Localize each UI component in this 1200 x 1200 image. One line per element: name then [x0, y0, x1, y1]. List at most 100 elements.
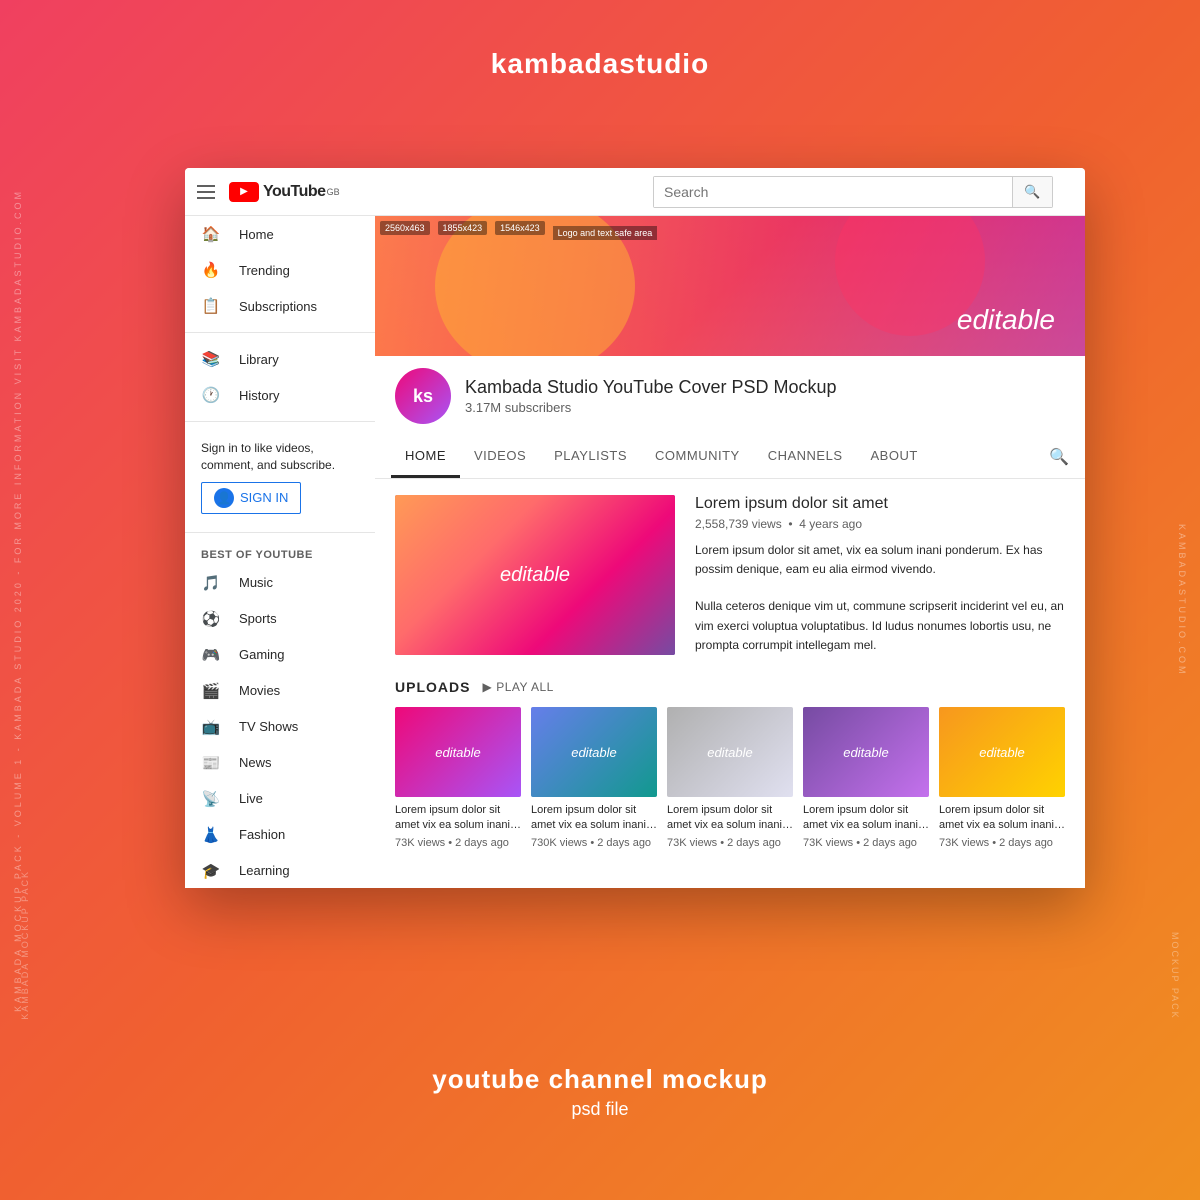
video-card-2[interactable]: editable Lorem ipsum dolor sit amet vix …	[531, 707, 657, 849]
channel-avatar: ks	[395, 368, 451, 424]
video-thumb-label-1: editable	[435, 745, 481, 760]
featured-desc-2: Nulla ceteros denique vim ut, commune sc…	[695, 597, 1065, 655]
video-card-4[interactable]: editable Lorem ipsum dolor sit amet vix …	[803, 707, 929, 849]
bottom-watermark-left: KAMBADA MOCKUP PACK	[20, 870, 30, 1020]
video-title-4: Lorem ipsum dolor sit amet vix ea solum …	[803, 803, 929, 834]
library-icon: 📚	[201, 349, 221, 369]
sidebar-label-fashion: Fashion	[239, 827, 285, 842]
video-meta-1: 73K views • 2 days ago	[395, 837, 521, 849]
live-icon: 📡	[201, 789, 221, 809]
sidebar-item-fashion[interactable]: 👗 Fashion	[185, 817, 375, 853]
video-card-3[interactable]: editable Lorem ipsum dolor sit amet vix …	[667, 707, 793, 849]
sidebar-item-movies[interactable]: 🎬 Movies	[185, 673, 375, 709]
search-input[interactable]	[654, 177, 1012, 207]
banner-dim-3: 1546x423	[495, 221, 545, 235]
sidebar-label-news: News	[239, 755, 272, 770]
sidebar-item-home[interactable]: 🏠 Home	[185, 216, 375, 252]
sidebar-sign-in-section: Sign in to like videos, comment, and sub…	[185, 430, 375, 524]
video-thumb-label-5: editable	[979, 745, 1025, 760]
banner-dimensions: 2560x463 1855x423 1546x423 Logo and text…	[380, 221, 657, 235]
youtube-logo-sup: GB	[327, 187, 340, 197]
uploads-title: Uploads	[395, 679, 470, 695]
search-icon: 🔍	[1024, 184, 1040, 200]
sidebar-label-home: Home	[239, 227, 274, 242]
channel-banner: 2560x463 1855x423 1546x423 Logo and text…	[375, 216, 1085, 356]
tab-search-icon[interactable]: 🔍	[1049, 447, 1069, 467]
video-grid: editable Lorem ipsum dolor sit amet vix …	[395, 707, 1065, 849]
sidebar-label-learning: Learning	[239, 863, 290, 878]
video-meta-4: 73K views • 2 days ago	[803, 837, 929, 849]
featured-desc-1: Lorem ipsum dolor sit amet, vix ea solum…	[695, 541, 1065, 579]
sign-in-button[interactable]: 👤 SIGN IN	[201, 482, 301, 514]
person-icon: 👤	[214, 488, 234, 508]
sidebar-item-music[interactable]: 🎵 Music	[185, 565, 375, 601]
banner-dim-2: 1855x423	[438, 221, 488, 235]
sidebar-item-news[interactable]: 📰 News	[185, 745, 375, 781]
sidebar-label-trending: Trending	[239, 263, 290, 278]
video-meta-2: 730K views • 2 days ago	[531, 837, 657, 849]
sidebar-item-history[interactable]: 🕐 History	[185, 377, 375, 413]
search-button[interactable]: 🔍	[1012, 177, 1052, 207]
channel-info: ks Kambada Studio YouTube Cover PSD Mock…	[375, 356, 1085, 436]
sidebar-item-sports[interactable]: ⚽ Sports	[185, 601, 375, 637]
channel-meta: Kambada Studio YouTube Cover PSD Mockup …	[465, 377, 837, 415]
sidebar-label-subscriptions: Subscriptions	[239, 299, 317, 314]
video-thumb-label-2: editable	[571, 745, 617, 760]
subscriptions-icon: 📋	[201, 296, 221, 316]
bottom-watermark-right: MOCKUP PACK	[1170, 932, 1180, 1020]
sidebar-item-learning[interactable]: 🎓 Learning	[185, 853, 375, 888]
sidebar-item-trending[interactable]: 🔥 Trending	[185, 252, 375, 288]
tab-videos[interactable]: VIDEOS	[460, 436, 540, 478]
history-icon: 🕐	[201, 385, 221, 405]
video-card-5[interactable]: editable Lorem ipsum dolor sit amet vix …	[939, 707, 1065, 849]
channel-name: Kambada Studio YouTube Cover PSD Mockup	[465, 377, 837, 398]
gaming-icon: 🎮	[201, 645, 221, 665]
video-thumb-2: editable	[531, 707, 657, 797]
tab-channels[interactable]: CHANNELS	[754, 436, 857, 478]
learning-icon: 🎓	[201, 861, 221, 881]
sidebar-item-tvshows[interactable]: 📺 TV Shows	[185, 709, 375, 745]
video-card-1[interactable]: editable Lorem ipsum dolor sit amet vix …	[395, 707, 521, 849]
browser-body: 🏠 Home 🔥 Trending 📋 Subscriptions 📚 Libr…	[185, 216, 1085, 888]
play-all-label: PLAY ALL	[496, 680, 554, 694]
tab-community[interactable]: COMMUNITY	[641, 436, 754, 478]
video-thumb-4: editable	[803, 707, 929, 797]
trending-icon: 🔥	[201, 260, 221, 280]
hamburger-menu[interactable]	[197, 185, 215, 199]
sign-in-label: SIGN IN	[240, 490, 288, 505]
fashion-icon: 👗	[201, 825, 221, 845]
sports-icon: ⚽	[201, 609, 221, 629]
music-icon: 🎵	[201, 573, 221, 593]
sidebar-label-library: Library	[239, 352, 279, 367]
tab-playlists[interactable]: PLAYLISTS	[540, 436, 641, 478]
tvshows-icon: 📺	[201, 717, 221, 737]
sidebar-divider-1	[185, 332, 375, 333]
video-title-1: Lorem ipsum dolor sit amet vix ea solum …	[395, 803, 521, 834]
sidebar-label-music: Music	[239, 575, 273, 590]
sidebar-item-live[interactable]: 📡 Live	[185, 781, 375, 817]
main-content: 2560x463 1855x423 1546x423 Logo and text…	[375, 216, 1085, 888]
news-icon: 📰	[201, 753, 221, 773]
sidebar-item-library[interactable]: 📚 Library	[185, 341, 375, 377]
tab-home[interactable]: HOME	[391, 436, 460, 478]
featured-time: 4 years ago	[799, 517, 862, 531]
video-thumb-label-3: editable	[707, 745, 753, 760]
tab-about[interactable]: ABOUT	[857, 436, 932, 478]
video-thumb-3: editable	[667, 707, 793, 797]
featured-thumb-label: editable	[500, 564, 570, 587]
watermark-right: KAMBADASTUDIO.COM	[1172, 150, 1192, 1050]
featured-section: editable Lorem ipsum dolor sit amet 2,55…	[375, 479, 1085, 671]
sidebar-label-live: Live	[239, 791, 263, 806]
play-all-button[interactable]: ▶ PLAY ALL	[482, 680, 553, 694]
video-meta-5: 73K views • 2 days ago	[939, 837, 1065, 849]
featured-thumbnail[interactable]: editable	[395, 495, 675, 655]
sidebar-item-subscriptions[interactable]: 📋 Subscriptions	[185, 288, 375, 324]
brand-title: kambadastudio	[491, 48, 709, 80]
video-thumb-1: editable	[395, 707, 521, 797]
video-title-3: Lorem ipsum dolor sit amet vix ea solum …	[667, 803, 793, 834]
banner-editable-text: editable	[957, 304, 1055, 336]
youtube-logo[interactable]: YouTube GB	[229, 182, 340, 202]
sign-in-prompt: Sign in to like videos, comment, and sub…	[201, 440, 359, 474]
featured-title: Lorem ipsum dolor sit amet	[695, 495, 1065, 513]
sidebar-item-gaming[interactable]: 🎮 Gaming	[185, 637, 375, 673]
